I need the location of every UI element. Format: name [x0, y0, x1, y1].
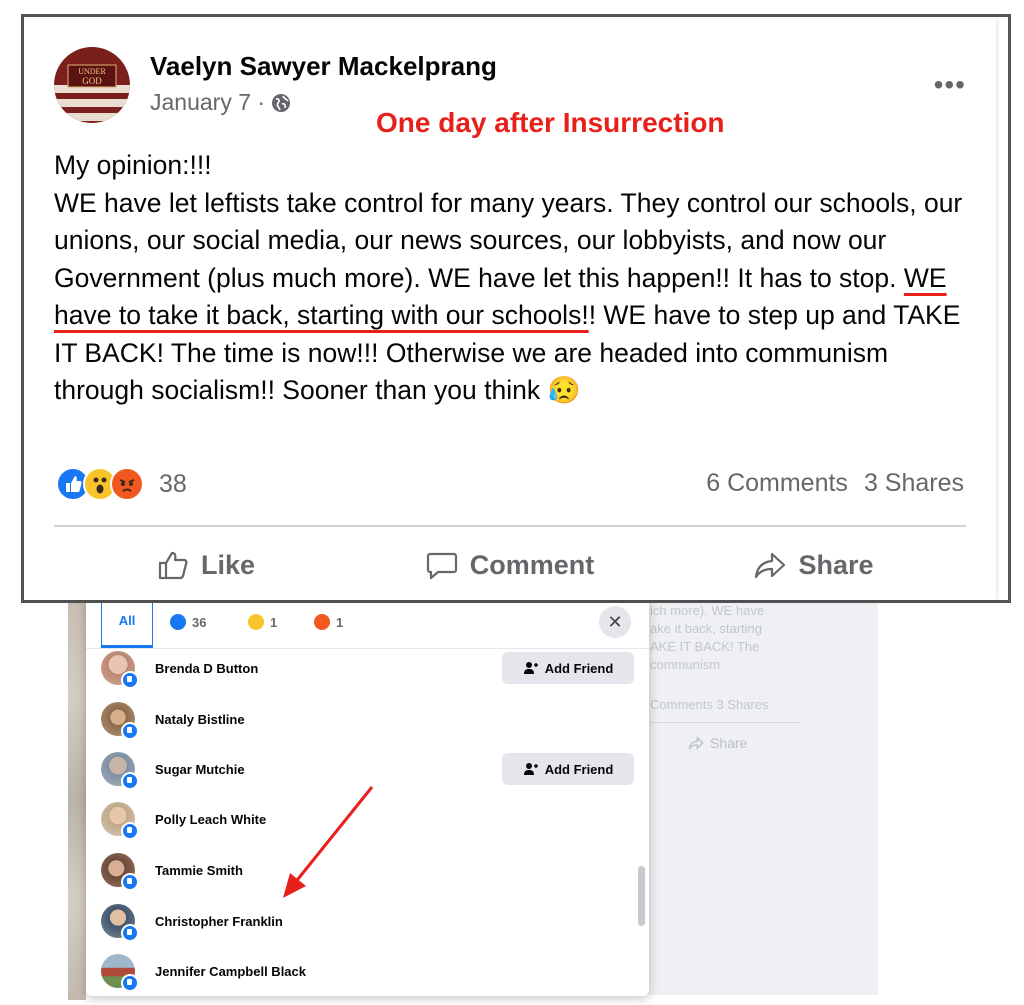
wow-reaction-icon	[248, 614, 264, 630]
post-date[interactable]: January 7 ·	[150, 89, 291, 116]
list-item[interactable]: Nataly Bistline	[101, 694, 634, 744]
angry-reaction-icon	[110, 467, 144, 501]
comment-icon	[426, 552, 457, 580]
like-badge-icon	[121, 974, 139, 992]
like-badge-icon	[121, 722, 139, 740]
under-god-flag-logo: UNDER GOD	[54, 47, 130, 123]
thumbs-up-icon	[158, 551, 188, 580]
person-name[interactable]: Polly Leach White	[155, 812, 266, 827]
ghost-divider	[650, 722, 800, 723]
list-item[interactable]: Polly Leach White	[101, 794, 634, 844]
avatar[interactable]	[101, 752, 139, 790]
post-frame: UNDER GOD Vaelyn Sawyer Mackelprang Janu…	[21, 14, 1011, 603]
reaction-summary[interactable]: 38	[56, 467, 187, 501]
share-icon	[688, 736, 704, 750]
reaction-tabs: All 36 1 1 ✕	[86, 596, 649, 649]
avatar[interactable]	[101, 651, 139, 689]
angry-reaction-icon	[314, 614, 330, 630]
list-item[interactable]: Tammie Smith	[101, 845, 634, 895]
ghost-counts: Comments 3 Shares	[650, 697, 769, 712]
reaction-count: 38	[159, 469, 187, 498]
person-name[interactable]: Jennifer Campbell Black	[155, 964, 306, 979]
like-button[interactable]: Like	[54, 539, 358, 591]
post-actions: Like Comment Share	[54, 539, 966, 591]
like-badge-icon	[121, 822, 139, 840]
add-friend-icon	[523, 662, 538, 674]
ghost-line: ich more). WE have	[650, 603, 765, 618]
tab-angry[interactable]: 1	[314, 596, 343, 648]
ghost-line: AKE IT BACK! The	[650, 639, 760, 654]
svg-text:UNDER: UNDER	[78, 67, 106, 76]
add-friend-button[interactable]: Add Friend	[502, 753, 634, 785]
share-button[interactable]: Share	[662, 539, 966, 591]
tab-all[interactable]: All	[101, 596, 153, 648]
red-annotation-text: One day after Insurrection	[376, 107, 725, 138]
ghost-line: communism	[650, 657, 721, 672]
avatar[interactable]	[101, 853, 139, 891]
person-name[interactable]: Nataly Bistline	[155, 712, 245, 727]
list-item[interactable]: Sugar Mutchie Add Friend	[101, 744, 634, 794]
background-photo-strip	[68, 600, 86, 1000]
post-text-body: WE have let leftists take control for ma…	[54, 187, 963, 406]
post-author[interactable]: Vaelyn Sawyer Mackelprang	[150, 51, 497, 82]
person-name[interactable]: Tammie Smith	[155, 863, 243, 878]
more-options-icon[interactable]: •••	[934, 69, 966, 101]
background-post-ghost: ich more). WE have ake it back, starting…	[640, 600, 878, 995]
avatar[interactable]	[101, 954, 139, 992]
like-badge-icon	[121, 924, 139, 942]
tab-like[interactable]: 36	[170, 596, 206, 648]
comment-button[interactable]: Comment	[358, 539, 662, 591]
close-icon: ✕	[607, 611, 623, 632]
avatar[interactable]: UNDER GOD	[54, 47, 130, 123]
post-card: UNDER GOD Vaelyn Sawyer Mackelprang Janu…	[24, 17, 996, 600]
post-text-intro: My opinion:!!!	[54, 150, 212, 180]
scrollbar[interactable]	[638, 866, 645, 926]
shares-count-link[interactable]: 3 Shares	[864, 469, 964, 498]
person-name[interactable]: Brenda D Button	[155, 661, 258, 676]
avatar[interactable]	[101, 904, 139, 942]
add-friend-icon	[523, 763, 538, 775]
avatar[interactable]	[101, 702, 139, 740]
list-item[interactable]: Jennifer Campbell Black	[101, 946, 634, 996]
list-item[interactable]: Christopher Franklin	[101, 896, 634, 946]
post-body: My opinion:!!! WE have let leftists take…	[54, 147, 974, 410]
ghost-line: ake it back, starting	[650, 621, 762, 636]
tab-wow[interactable]: 1	[248, 596, 277, 648]
like-reaction-icon	[170, 614, 186, 630]
globe-icon	[272, 93, 291, 112]
person-name[interactable]: Sugar Mutchie	[155, 762, 245, 777]
svg-text:GOD: GOD	[82, 76, 102, 86]
like-badge-icon	[121, 671, 139, 689]
reactions-dialog: All 36 1 1 ✕ Brenda D Button Add Friend …	[86, 596, 649, 996]
close-button[interactable]: ✕	[599, 606, 631, 638]
divider	[54, 525, 966, 527]
person-name[interactable]: Christopher Franklin	[155, 914, 283, 929]
comments-count-link[interactable]: 6 Comments	[706, 469, 848, 498]
like-badge-icon	[121, 873, 139, 891]
engagement-counts: 6 Comments 3 Shares	[706, 469, 964, 498]
ghost-share-button: Share	[688, 735, 747, 751]
share-icon	[755, 552, 786, 579]
list-item[interactable]: Brenda D Button Add Friend	[101, 643, 634, 693]
add-friend-button[interactable]: Add Friend	[502, 652, 634, 684]
avatar[interactable]	[101, 802, 139, 840]
like-badge-icon	[121, 772, 139, 790]
